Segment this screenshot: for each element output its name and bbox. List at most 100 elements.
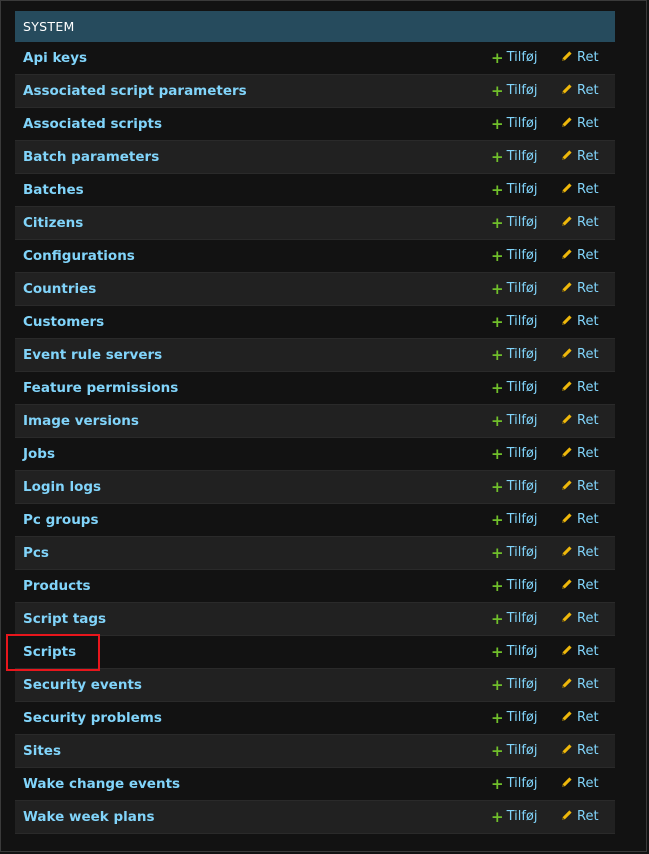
change-link[interactable]: Ret [561, 405, 599, 437]
model-link[interactable]: Customers [23, 306, 104, 338]
model-link[interactable]: Wake change events [23, 768, 180, 800]
plus-icon: + [491, 445, 504, 463]
change-link[interactable]: Ret [561, 669, 599, 701]
model-link[interactable]: Api keys [23, 42, 87, 74]
model-link[interactable]: Batch parameters [23, 141, 159, 173]
model-link[interactable]: Security problems [23, 702, 162, 734]
pencil-icon [561, 769, 573, 787]
add-link[interactable]: + Tilføj [491, 174, 538, 206]
model-link[interactable]: Associated script parameters [23, 75, 247, 107]
add-link[interactable]: + Tilføj [491, 537, 538, 569]
plus-icon: + [491, 115, 504, 133]
add-link[interactable]: + Tilføj [491, 372, 538, 404]
plus-icon: + [491, 412, 504, 430]
pencil-icon [561, 571, 573, 589]
model-link[interactable]: Image versions [23, 405, 139, 437]
plus-icon: + [491, 49, 504, 67]
plus-icon: + [491, 511, 504, 529]
change-link[interactable]: Ret [561, 603, 599, 635]
change-label: Ret [577, 281, 599, 296]
add-label: Tilføj [506, 743, 538, 758]
change-link[interactable]: Ret [561, 504, 599, 536]
change-link[interactable]: Ret [561, 306, 599, 338]
add-link[interactable]: + Tilføj [491, 75, 538, 107]
change-link[interactable]: Ret [561, 339, 599, 371]
plus-icon: + [491, 148, 504, 166]
change-label: Ret [577, 149, 599, 164]
pencil-icon [561, 307, 573, 325]
add-link[interactable]: + Tilføj [491, 735, 538, 767]
pencil-icon [561, 802, 573, 820]
model-link[interactable]: Citizens [23, 207, 83, 239]
change-link[interactable]: Ret [561, 174, 599, 206]
model-link[interactable]: Security events [23, 669, 142, 701]
add-link[interactable]: + Tilføj [491, 702, 538, 734]
change-link[interactable]: Ret [561, 768, 599, 800]
add-link[interactable]: + Tilføj [491, 504, 538, 536]
model-link[interactable]: Countries [23, 273, 96, 305]
add-link[interactable]: + Tilføj [491, 207, 538, 239]
model-link[interactable]: Script tags [23, 603, 106, 635]
change-link[interactable]: Ret [561, 108, 599, 140]
add-link[interactable]: + Tilføj [491, 141, 538, 173]
model-link[interactable]: Associated scripts [23, 108, 162, 140]
change-link[interactable]: Ret [561, 471, 599, 503]
pencil-icon [561, 175, 573, 193]
add-link[interactable]: + Tilføj [491, 801, 538, 833]
pencil-icon [561, 703, 573, 721]
change-label: Ret [577, 116, 599, 131]
change-label: Ret [577, 314, 599, 329]
add-link[interactable]: + Tilføj [491, 471, 538, 503]
change-link[interactable]: Ret [561, 636, 599, 668]
add-link[interactable]: + Tilføj [491, 42, 538, 74]
add-link[interactable]: + Tilføj [491, 306, 538, 338]
change-link[interactable]: Ret [561, 702, 599, 734]
add-link[interactable]: + Tilføj [491, 570, 538, 602]
change-link[interactable]: Ret [561, 207, 599, 239]
change-link[interactable]: Ret [561, 372, 599, 404]
model-link[interactable]: Event rule servers [23, 339, 162, 371]
pencil-icon [561, 109, 573, 127]
change-link[interactable]: Ret [561, 438, 599, 470]
add-link[interactable]: + Tilføj [491, 339, 538, 371]
add-link[interactable]: + Tilføj [491, 669, 538, 701]
change-link[interactable]: Ret [561, 537, 599, 569]
change-link[interactable]: Ret [561, 75, 599, 107]
plus-icon: + [491, 181, 504, 199]
change-label: Ret [577, 578, 599, 593]
model-link[interactable]: Scripts [23, 636, 76, 668]
add-link[interactable]: + Tilføj [491, 438, 538, 470]
add-link[interactable]: + Tilføj [491, 240, 538, 272]
change-link[interactable]: Ret [561, 273, 599, 305]
model-link[interactable]: Wake week plans [23, 801, 155, 833]
model-link[interactable]: Batches [23, 174, 84, 206]
add-link[interactable]: + Tilføj [491, 108, 538, 140]
change-link[interactable]: Ret [561, 570, 599, 602]
change-link[interactable]: Ret [561, 240, 599, 272]
add-label: Tilføj [506, 314, 538, 329]
change-label: Ret [577, 512, 599, 527]
model-link[interactable]: Login logs [23, 471, 101, 503]
change-link[interactable]: Ret [561, 42, 599, 74]
add-link[interactable]: + Tilføj [491, 768, 538, 800]
change-link[interactable]: Ret [561, 735, 599, 767]
model-link[interactable]: Configurations [23, 240, 135, 272]
table-row: Wake change events + Tilføj Ret [15, 768, 615, 801]
model-link[interactable]: Products [23, 570, 91, 602]
change-link[interactable]: Ret [561, 141, 599, 173]
change-link[interactable]: Ret [561, 801, 599, 833]
add-label: Tilføj [506, 479, 538, 494]
model-link[interactable]: Sites [23, 735, 61, 767]
model-link[interactable]: Pcs [23, 537, 49, 569]
model-link[interactable]: Jobs [23, 438, 55, 470]
plus-icon: + [491, 214, 504, 232]
model-link[interactable]: Feature permissions [23, 372, 178, 404]
add-link[interactable]: + Tilføj [491, 603, 538, 635]
table-row: Jobs + Tilføj Ret [15, 438, 615, 471]
model-link[interactable]: Pc groups [23, 504, 99, 536]
add-link[interactable]: + Tilføj [491, 273, 538, 305]
add-link[interactable]: + Tilføj [491, 636, 538, 668]
table-row: Sites + Tilføj Ret [15, 735, 615, 768]
add-link[interactable]: + Tilføj [491, 405, 538, 437]
table-row: Image versions + Tilføj Ret [15, 405, 615, 438]
